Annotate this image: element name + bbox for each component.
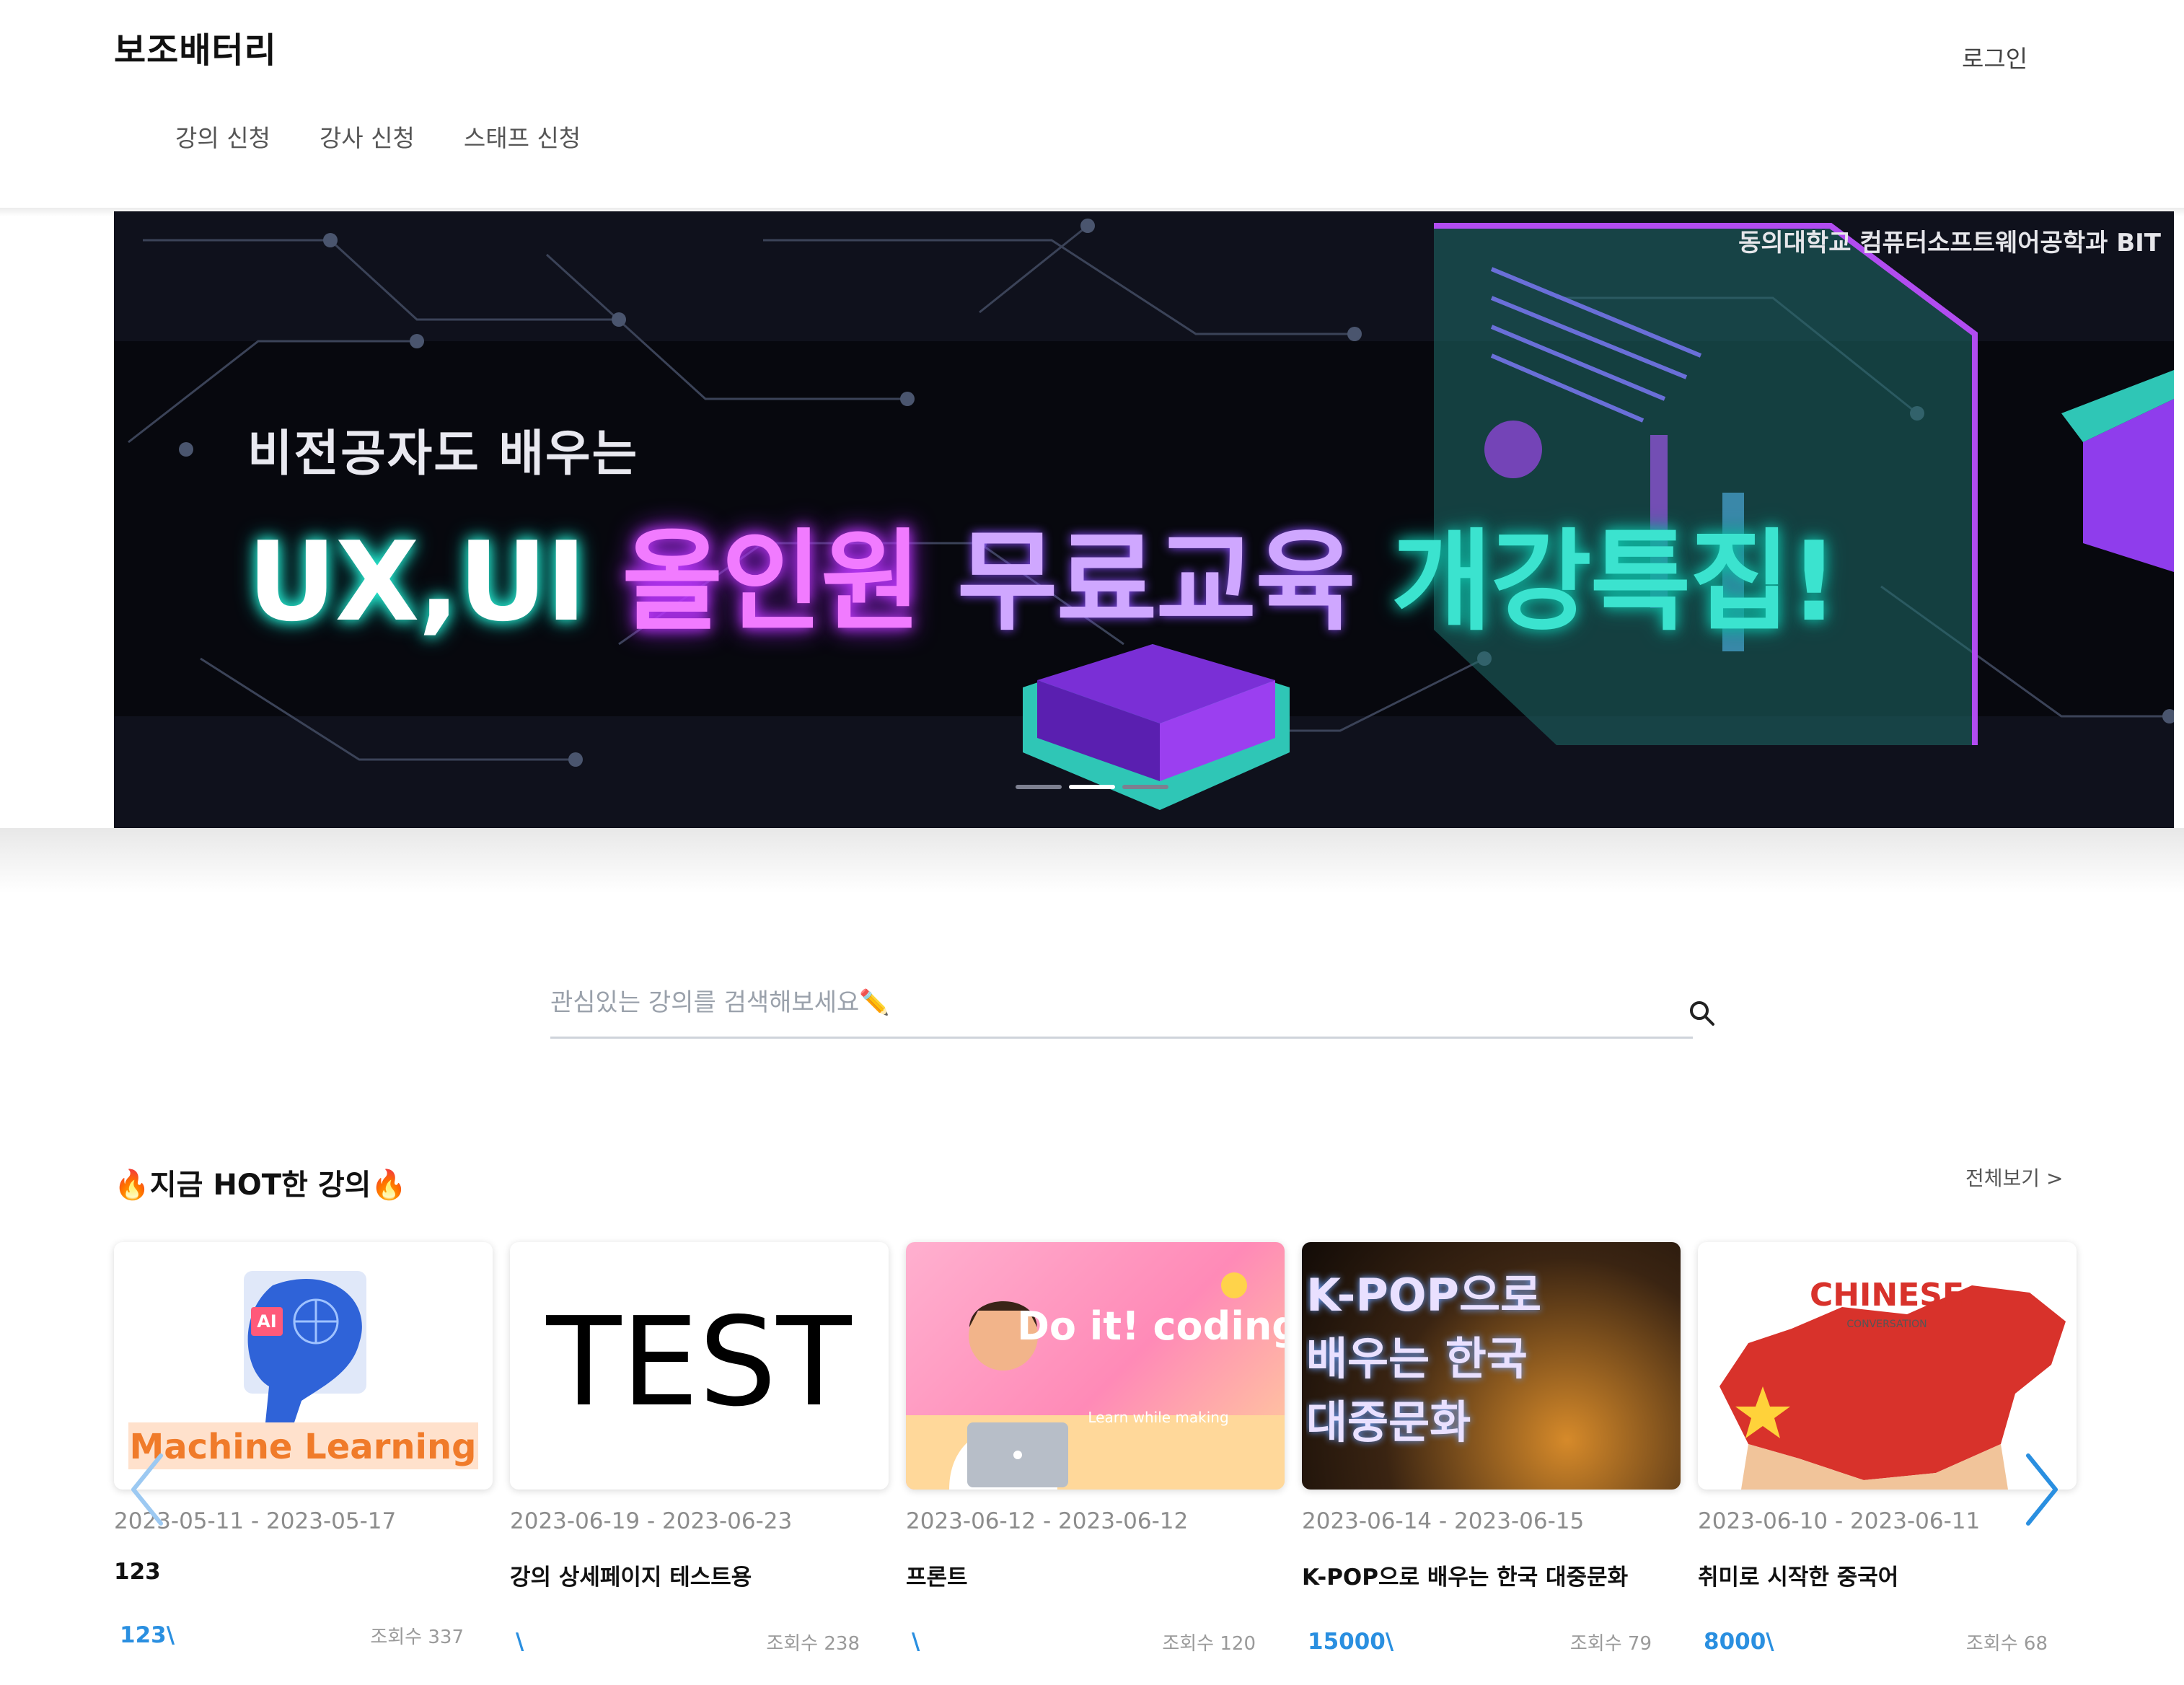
hot-section-title: 🔥지금 HOT한 강의🔥 <box>114 1169 408 1202</box>
thumb-title: K-POP으로 배우는 한국 대중문화 <box>1306 1269 1542 1448</box>
course-price: 123\ <box>120 1622 175 1648</box>
search-input[interactable] <box>550 974 1693 1031</box>
course-card[interactable]: CHINESE CONVERSATION 2023-06-10 - 2023-0… <box>1698 1242 2077 1655</box>
login-link[interactable]: 로그인 <box>1962 40 2027 74</box>
hero-banner[interactable]: 동의대학교 컴퓨터소프트웨어공학과 BIT 비전공자도 배우는 UX,UI 올인… <box>114 211 2174 828</box>
carousel-dot-3[interactable] <box>1122 785 1168 789</box>
course-carousel: AI Machine Learning 2023-05-11 - 2023-05… <box>114 1242 2077 1675</box>
banner-headline: UX,UI 올인원 무료교육 개강특집! <box>247 493 1839 651</box>
nav-staff-apply[interactable]: 스태프 신청 <box>464 119 581 154</box>
course-card[interactable]: TEST 2023-06-19 - 2023-06-23 강의 상세페이지 테스… <box>510 1242 889 1655</box>
carousel-indicators <box>1016 785 1168 789</box>
search-box <box>550 974 1693 1039</box>
course-meta: 123\ 조회수 337 <box>114 1622 464 1649</box>
carousel-prev-arrow[interactable] <box>126 1450 169 1529</box>
course-title[interactable]: 강의 상세페이지 테스트용 <box>510 1559 889 1591</box>
thumb-title: Do it! coding <box>1017 1303 1285 1349</box>
thumb-title: TEST <box>545 1291 852 1434</box>
course-card[interactable]: Do it! coding Learn while making 2023-06… <box>906 1242 1285 1655</box>
carousel-next-arrow[interactable] <box>2020 1450 2063 1529</box>
coding-person-illustration: Do it! coding Learn while making <box>906 1272 1285 1490</box>
thumb-subtitle: CONVERSATION <box>1846 1319 1927 1330</box>
course-views: 조회수 120 <box>1162 1633 1256 1655</box>
course-meta: \ 조회수 120 <box>906 1629 1256 1655</box>
kpop-thumbnail-graphic: K-POP으로 배우는 한국 대중문화 <box>1306 1269 1542 1448</box>
course-meta: \ 조회수 238 <box>510 1629 860 1655</box>
search-icon[interactable] <box>1688 999 1717 1028</box>
course-card[interactable]: K-POP으로 배우는 한국 대중문화 2023-06-14 - 2023-06… <box>1302 1242 1681 1655</box>
headline-part-allinone: 올인원 <box>622 518 957 646</box>
main-nav: 강의 신청 강사 신청 스태프 신청 <box>175 119 581 154</box>
course-price: 15000\ <box>1308 1629 1394 1655</box>
site-logo[interactable]: 보조배터리 <box>114 22 277 72</box>
carousel-dot-1[interactable] <box>1016 785 1062 789</box>
course-title[interactable]: 프론트 <box>906 1559 1285 1591</box>
course-card[interactable]: AI Machine Learning 2023-05-11 - 2023-05… <box>114 1242 493 1649</box>
course-dates: 2023-06-19 - 2023-06-23 <box>510 1508 793 1534</box>
headline-part-uxui: UX,UI <box>247 518 622 646</box>
course-title[interactable]: 취미로 시작한 중국어 <box>1698 1559 2077 1591</box>
thumb-title: Machine Learning <box>129 1427 476 1467</box>
course-title[interactable]: K-POP으로 배우는 한국 대중문화 <box>1302 1559 1681 1591</box>
course-meta: 8000\ 조회수 68 <box>1698 1629 2048 1655</box>
course-views: 조회수 68 <box>1965 1633 2048 1655</box>
banner-caption: 동의대학교 컴퓨터소프트웨어공학과 BIT <box>1738 229 2161 258</box>
see-all-link[interactable]: 전체보기 > <box>1965 1163 2063 1192</box>
banner-subtitle: 비전공자도 배우는 <box>247 426 639 483</box>
course-dates: 2023-06-12 - 2023-06-12 <box>906 1508 1189 1534</box>
course-price: \ <box>912 1629 920 1655</box>
nav-instructor-apply[interactable]: 강사 신청 <box>320 119 415 154</box>
ai-badge: AI <box>257 1311 277 1332</box>
course-meta: 15000\ 조회수 79 <box>1302 1629 1652 1655</box>
course-thumbnail[interactable]: K-POP으로 배우는 한국 대중문화 <box>1302 1242 1681 1490</box>
carousel-dot-2[interactable] <box>1069 785 1115 789</box>
test-thumbnail-graphic: TEST <box>545 1291 852 1434</box>
course-price: \ <box>516 1629 524 1655</box>
course-dates: 2023-05-11 - 2023-05-17 <box>114 1508 397 1534</box>
headline-part-free: 무료교육 <box>956 518 1391 646</box>
course-thumbnail[interactable]: TEST <box>510 1242 889 1490</box>
course-dates: 2023-06-14 - 2023-06-15 <box>1302 1508 1585 1534</box>
course-thumbnail[interactable]: Do it! coding Learn while making <box>906 1242 1285 1490</box>
course-title[interactable]: 123 <box>114 1559 493 1585</box>
headline-part-special: 개강특집! <box>1391 518 1839 646</box>
nav-course-apply[interactable]: 강의 신청 <box>175 119 270 154</box>
thumb-title: CHINESE <box>1810 1277 1964 1314</box>
course-thumbnail[interactable]: AI Machine Learning <box>114 1242 493 1490</box>
course-views: 조회수 337 <box>370 1627 464 1648</box>
ai-brain-illustration: AI Machine Learning <box>128 1271 478 1469</box>
banner-shadow <box>0 828 2184 893</box>
course-views: 조회수 79 <box>1569 1633 1652 1655</box>
course-price: 8000\ <box>1704 1629 1774 1655</box>
course-views: 조회수 238 <box>766 1633 860 1655</box>
thumb-subtitle: Learn while making <box>1088 1409 1228 1426</box>
